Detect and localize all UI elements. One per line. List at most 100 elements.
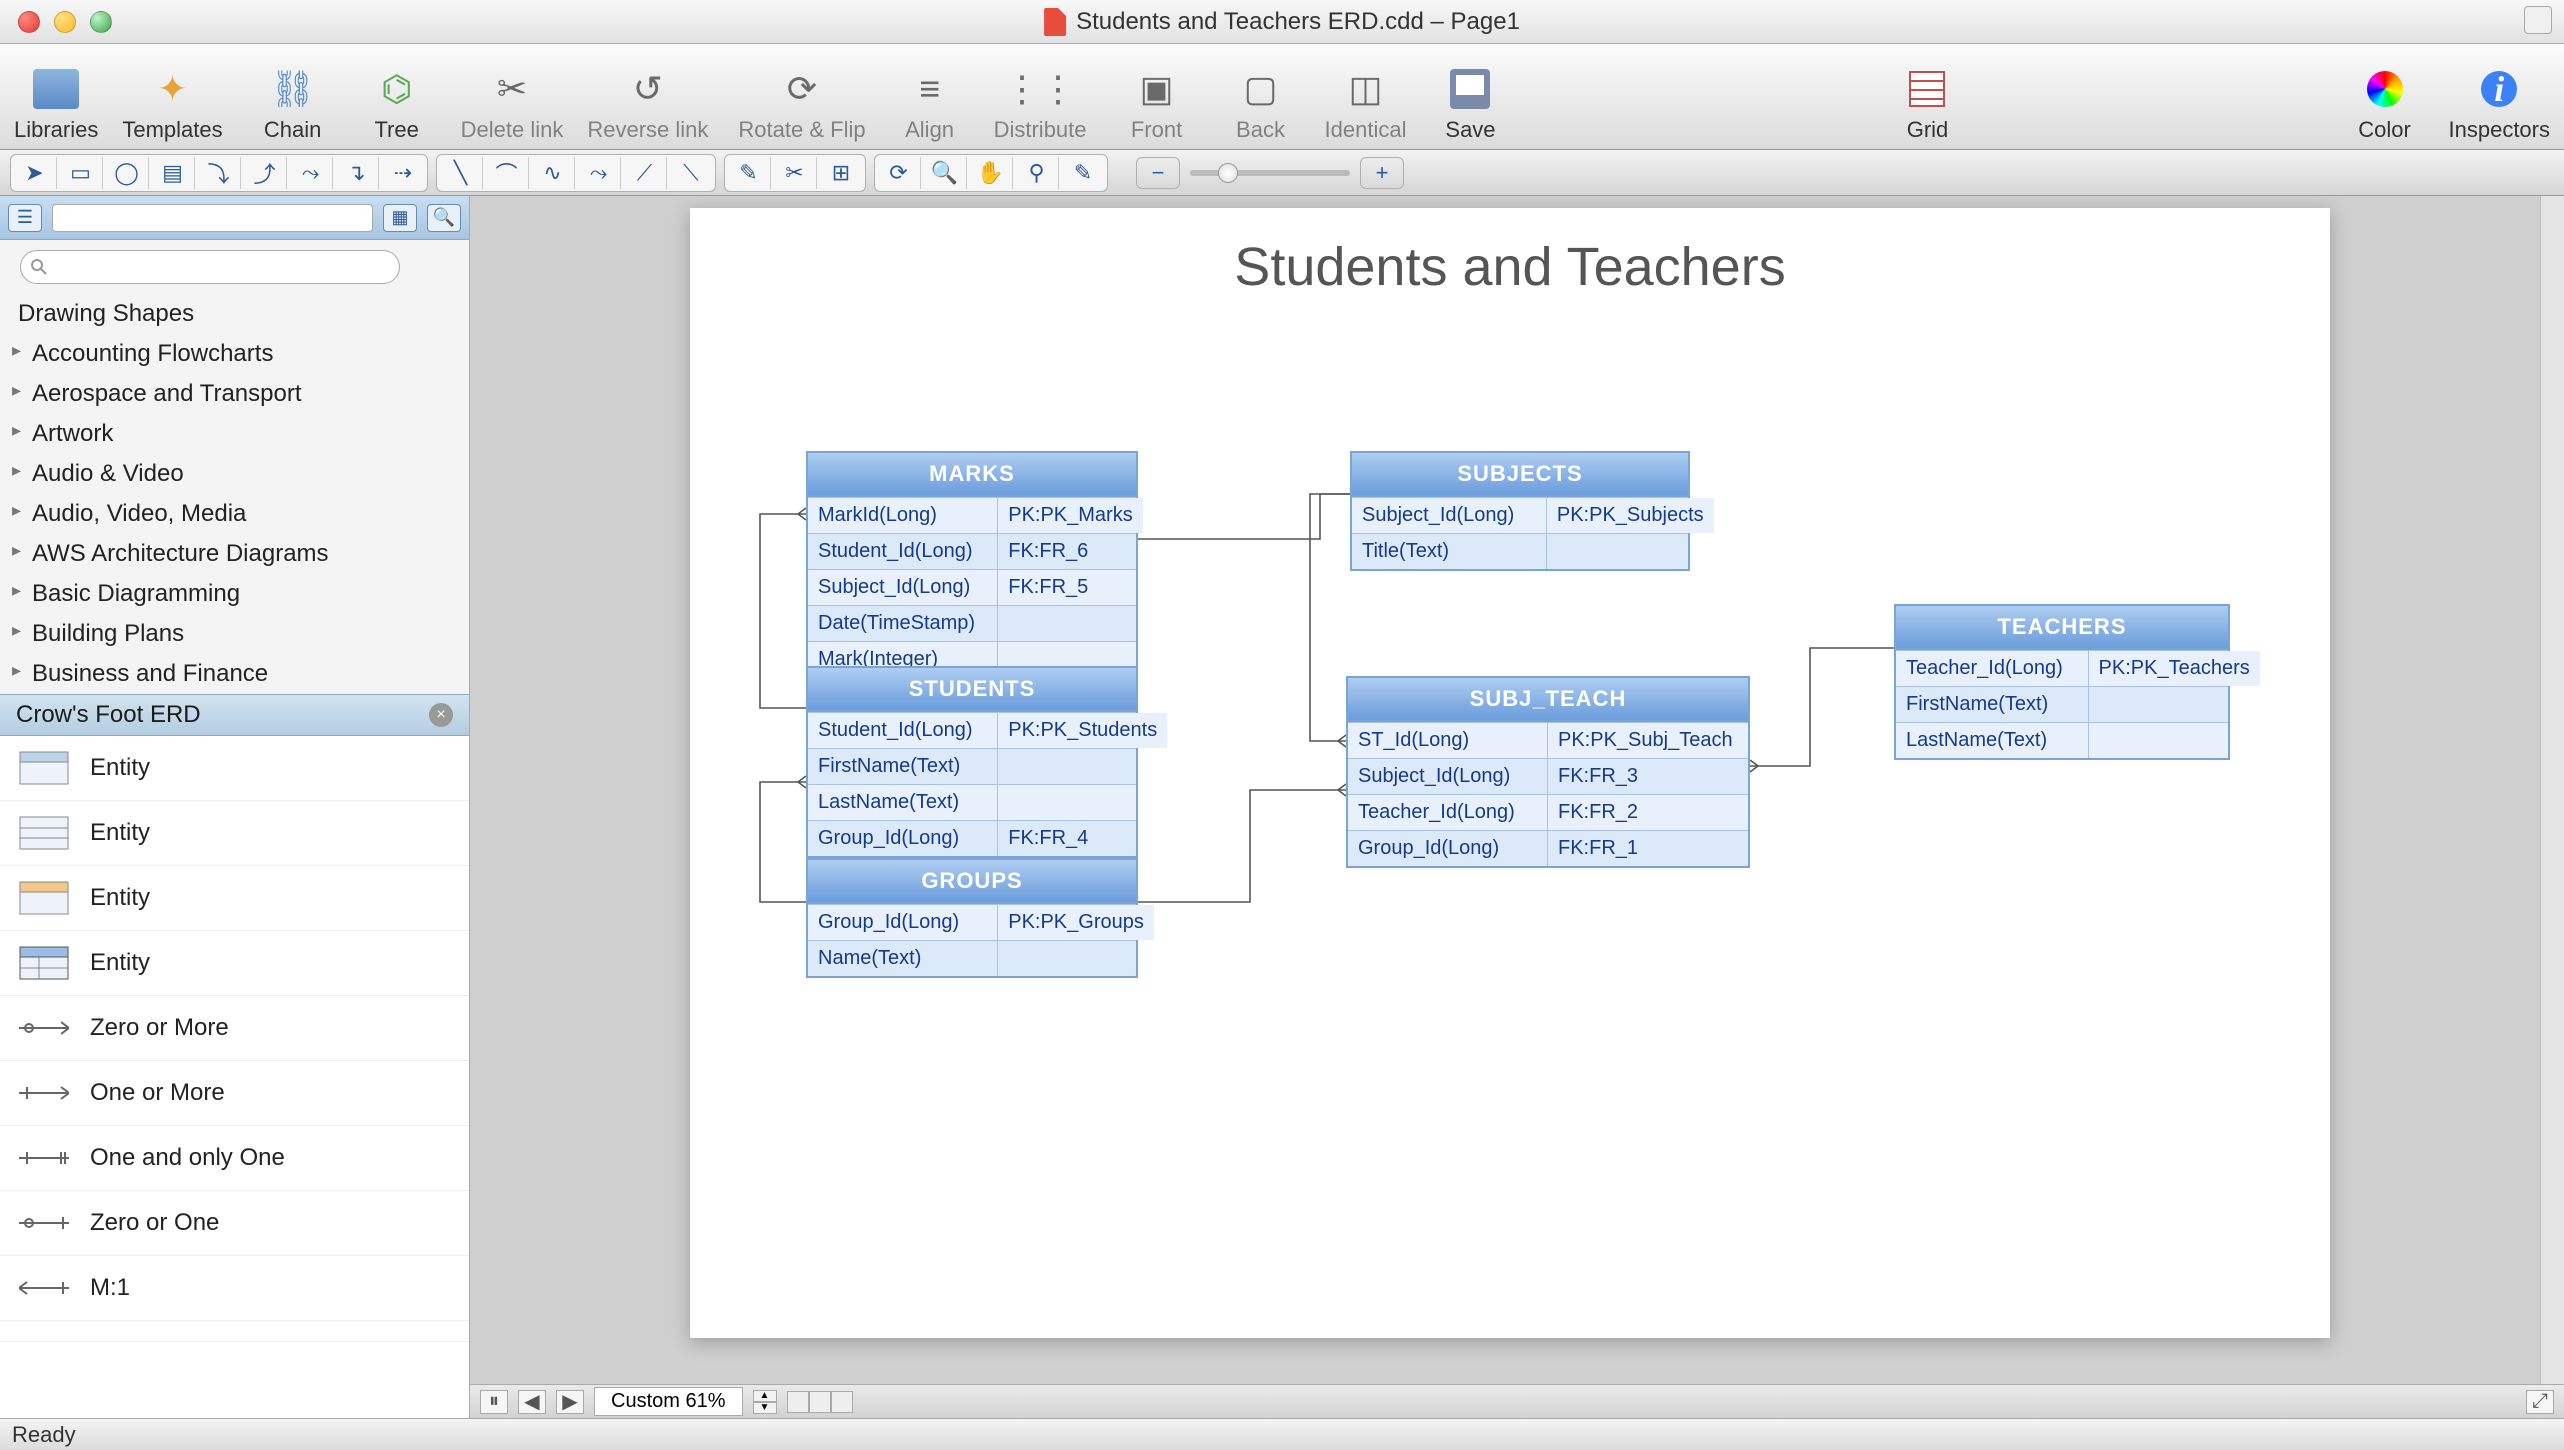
templates-button[interactable]: Templates [122,63,222,143]
zero-or-more-icon [16,1006,72,1050]
chain-button[interactable]: ⛓ Chain [253,63,333,143]
one-and-only-one-icon [16,1136,72,1180]
line-tool-2[interactable]: ⌒ [485,157,529,189]
shape-item[interactable]: Zero or One [0,1191,469,1256]
entity-header: GROUPS [808,860,1136,904]
shape-item[interactable]: Entity [0,931,469,996]
connector-tool-4[interactable]: ↴ [335,157,379,189]
zoom-tool[interactable]: 🔍 [923,157,967,189]
save-icon [1450,69,1490,109]
zoom-level-display[interactable]: Custom 61% [594,1387,743,1416]
zoom-window-button[interactable] [90,11,112,33]
ellipse-tool[interactable]: ◯ [105,157,149,189]
sidebar-search-button[interactable]: 🔍 [427,204,461,232]
close-category-button[interactable]: × [429,703,453,727]
save-button[interactable]: Save [1430,63,1510,143]
connector-tool-1[interactable]: ⤵ [197,157,241,189]
rectangle-tool[interactable]: ▭ [59,157,103,189]
entity-cell: PK:PK_Marks [998,498,1142,533]
shape-item[interactable]: One or More [0,1061,469,1126]
category-item[interactable]: Business and Finance [0,654,469,694]
connector-tool-3[interactable]: ⤳ [289,157,333,189]
delete-link-icon: ✂ [486,63,538,115]
shape-item[interactable]: M:1 [0,1256,469,1321]
canvas[interactable]: Students and Teachers [470,196,2564,1418]
shape-item[interactable] [0,1321,469,1342]
category-item[interactable]: Accounting Flowcharts [0,334,469,374]
entity-subj-teach[interactable]: SUBJ_TEACH ST_Id(Long)PK:PK_Subj_Teach S… [1346,676,1750,868]
line-tool-1[interactable]: ╲ [439,157,483,189]
shape-item[interactable]: Entity [0,801,469,866]
shape-item[interactable]: One and only One [0,1126,469,1191]
basic-shape-tools: ➤ ▭ ◯ ▤ ⤵ ⤴ ⤳ ↴ ⇢ [10,154,428,192]
entity-subjects[interactable]: SUBJECTS Subject_Id(Long)PK:PK_Subjects … [1350,451,1690,571]
window-title: Students and Teachers ERD.cdd – Page1 [1044,8,1520,36]
category-item[interactable]: Artwork [0,414,469,454]
sidebar-grid-view-button[interactable]: ▦ [383,204,417,232]
line-tool-5[interactable]: ⟋ [623,157,667,189]
tree-button[interactable]: ⌬ Tree [357,63,437,143]
grid-button[interactable]: Grid [1887,63,1967,143]
libraries-button[interactable]: Libraries [14,63,98,143]
page-view-buttons[interactable] [787,1391,853,1413]
line-tool-6[interactable]: ⟍ [669,157,713,189]
selected-category[interactable]: Crow's Foot ERD × [0,694,469,736]
inspectors-button[interactable]: i Inspectors [2449,63,2551,143]
text-tool[interactable]: ▤ [151,157,195,189]
category-item[interactable]: Audio, Video, Media [0,494,469,534]
zero-or-one-icon [16,1201,72,1245]
drawing-shapes-header[interactable]: Drawing Shapes [0,294,469,334]
page-nav-prev[interactable]: ◀ [518,1390,546,1414]
format-painter-tool[interactable]: ✎ [1061,157,1105,189]
edit-tool-2[interactable]: ✂ [773,157,817,189]
connector-tool-5[interactable]: ⇢ [381,157,425,189]
color-button[interactable]: Color [2345,63,2425,143]
vertical-scrollbar[interactable] [2540,196,2564,1384]
shape-item[interactable]: Zero or More [0,996,469,1061]
entity-cell: FK:FR_5 [998,570,1136,605]
entity-shape-icon [16,811,72,855]
distribute-button: ⋮⋮ Distribute [994,63,1087,143]
shape-item[interactable]: Entity [0,736,469,801]
zoom-slider-knob[interactable] [1218,163,1238,183]
page-nav-pause[interactable]: ⏸ [480,1390,508,1414]
sidebar-mode-button[interactable]: ☰ [8,204,42,232]
category-item[interactable]: Building Plans [0,614,469,654]
connector-tool-2[interactable]: ⤴ [243,157,287,189]
refresh-tool[interactable]: ⟳ [877,157,921,189]
minimize-window-button[interactable] [54,11,76,33]
line-tool-3[interactable]: ∿ [531,157,575,189]
entity-cell: Subject_Id(Long) [808,570,998,605]
sidebar-filter-input[interactable] [52,204,373,232]
entity-students[interactable]: STUDENTS Student_Id(Long)PK:PK_Students … [806,666,1138,858]
edit-tool-3[interactable]: ⊞ [819,157,863,189]
pointer-tool[interactable]: ➤ [13,157,57,189]
edit-tool-1[interactable]: ✎ [727,157,771,189]
m-to-one-icon [16,1266,72,1310]
page-nav-next[interactable]: ▶ [556,1390,584,1414]
align-icon: ≡ [904,63,956,115]
toolbar-expand-button[interactable] [2524,6,2552,34]
shape-item[interactable]: Entity [0,866,469,931]
zoom-slider[interactable] [1190,170,1350,176]
close-window-button[interactable] [18,11,40,33]
zoom-in-button[interactable]: + [1360,157,1404,189]
entity-cell: FK:FR_2 [1548,795,1748,830]
eyedropper-tool[interactable]: ⚲ [1015,157,1059,189]
shape-search-input[interactable] [20,250,400,284]
expand-view-button[interactable]: ⤢ [2526,1390,2554,1414]
entity-cell: MarkId(Long) [808,498,998,533]
category-item[interactable]: Audio & Video [0,454,469,494]
drawing-page[interactable]: Students and Teachers [690,208,2330,1338]
zoom-out-button[interactable]: − [1136,157,1180,189]
category-item[interactable]: Basic Diagramming [0,574,469,614]
pan-tool[interactable]: ✋ [969,157,1013,189]
category-item[interactable]: AWS Architecture Diagrams [0,534,469,574]
entity-marks[interactable]: MARKS MarkId(Long)PK:PK_Marks Student_Id… [806,451,1138,679]
category-item[interactable]: Aerospace and Transport [0,374,469,414]
entity-teachers[interactable]: TEACHERS Teacher_Id(Long)PK:PK_Teachers … [1894,604,2230,760]
entity-cell: Subject_Id(Long) [1352,498,1547,533]
line-tool-4[interactable]: ⤳ [577,157,621,189]
entity-groups[interactable]: GROUPS Group_Id(Long)PK:PK_Groups Name(T… [806,858,1138,978]
zoom-stepper[interactable]: ▲▼ [753,1390,777,1414]
